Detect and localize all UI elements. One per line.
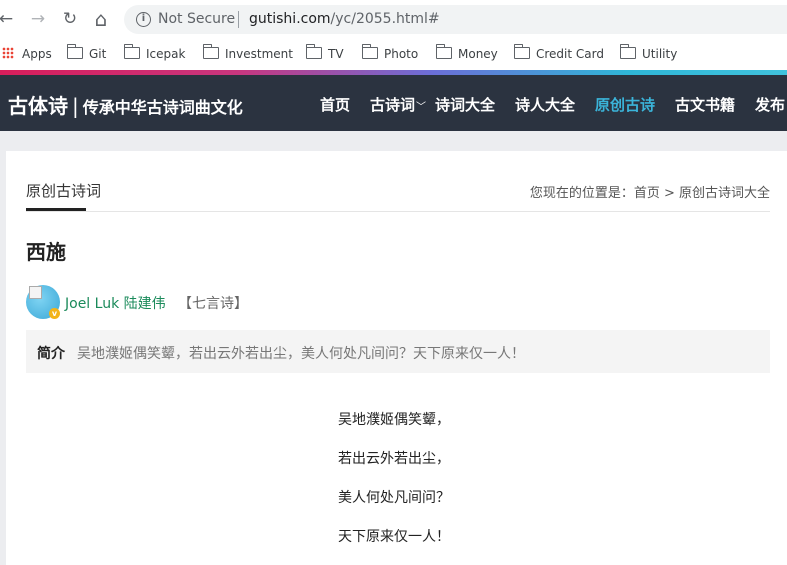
intro-text: 吴地濮姬偶笑颦，若出云外若出尘，美人何处凡间问？天下原来仅一人！ [77, 346, 525, 362]
nav-publish[interactable]: 发布 [755, 94, 785, 115]
bookmark-icepak[interactable]: Icepak [124, 44, 186, 63]
poem-line: 天下原来仅一人！ [338, 529, 450, 545]
bookmark-utility[interactable]: Utility [620, 44, 678, 63]
bookmark-label: Credit Card [536, 47, 604, 61]
bookmark-label: Icepak [146, 47, 186, 61]
url-host: gutishi.com [249, 11, 331, 27]
poem-body: 吴地濮姬偶笑颦， 若出云外若出尘， 美人何处凡间问？ 天下原来仅一人！ [338, 409, 450, 565]
poem-line: 美人何处凡间问？ [338, 490, 450, 506]
bookmark-git[interactable]: Git [67, 44, 107, 63]
logo-text: 古体诗 [8, 94, 68, 118]
bookmark-credit-card[interactable]: Credit Card [514, 44, 604, 63]
poem-genre: 【七言诗】 [178, 296, 248, 312]
reload-icon[interactable]: ↻ [60, 9, 80, 29]
broken-image-icon [29, 286, 42, 299]
bookmark-label: Money [458, 47, 498, 61]
folder-icon [203, 44, 219, 59]
bookmark-tv[interactable]: TV [306, 44, 344, 63]
nav-classic-poems[interactable]: 古诗词﹀ [370, 94, 426, 115]
browser-toolbar: ← → ↻ ⌂ i Not Secure gutishi.com/yc/2055… [0, 0, 787, 38]
breadcrumb[interactable]: 您现在的位置是：首页 > 原创古诗词大全 [530, 182, 770, 201]
site-logo[interactable]: 古体诗 | 传承中华古诗词曲文化 [8, 90, 243, 119]
url-path: /yc/2055.html# [330, 11, 440, 27]
home-icon[interactable]: ⌂ [91, 9, 111, 29]
verified-badge-icon: v [49, 308, 60, 319]
chevron-down-icon: ﹀ [416, 102, 427, 113]
bookmark-label: Utility [642, 47, 678, 61]
bookmark-label: Apps [22, 47, 52, 61]
bookmarks-bar: Apps Git Icepak Investment TV Photo Mone… [0, 38, 787, 70]
poem-line: 吴地濮姬偶笑颦， [338, 412, 450, 428]
security-status[interactable]: Not Secure [158, 11, 235, 27]
folder-icon [514, 44, 530, 59]
nav-home[interactable]: 首页 [320, 94, 350, 115]
bookmark-label: Photo [384, 47, 419, 61]
author-link[interactable]: Joel Luk 陆建伟 [65, 293, 166, 313]
bookmark-photo[interactable]: Photo [362, 44, 419, 63]
bookmark-label: Git [89, 47, 107, 61]
back-icon[interactable]: ← [0, 9, 16, 29]
forward-icon[interactable]: → [28, 9, 48, 29]
folder-icon [436, 44, 452, 59]
folder-icon [124, 44, 140, 59]
intro-label: 简介 [37, 346, 65, 362]
folder-icon [67, 44, 83, 59]
nav-poem-collection[interactable]: 诗词大全 [435, 94, 495, 115]
intro-box: 简介 吴地濮姬偶笑颦，若出云外若出尘，美人何处凡间问？天下原来仅一人！ [26, 330, 770, 373]
nav-poets[interactable]: 诗人大全 [515, 94, 575, 115]
logo-divider: | [72, 94, 79, 118]
url-text[interactable]: gutishi.com/yc/2055.html# [249, 11, 440, 27]
avatar[interactable]: v [26, 285, 60, 319]
nav-label: 古诗词 [370, 96, 416, 114]
apps-grid-icon [2, 47, 14, 59]
section-tab[interactable]: 原创古诗词 [26, 180, 101, 201]
bookmark-label: Investment [225, 47, 293, 61]
divider [26, 211, 770, 212]
folder-icon [306, 44, 322, 59]
page-title: 西施 [26, 240, 66, 264]
bookmark-money[interactable]: Money [436, 44, 498, 63]
poem-line: 若出云外若出尘， [338, 451, 450, 467]
folder-icon [620, 44, 636, 59]
info-icon[interactable]: i [136, 12, 151, 27]
address-bar[interactable]: i Not Secure gutishi.com/yc/2055.html# [124, 5, 787, 34]
site-slogan: 传承中华古诗词曲文化 [82, 98, 243, 117]
bookmark-label: TV [328, 47, 344, 61]
nav-original-poems[interactable]: 原创古诗 [595, 94, 655, 115]
nav-classic-books[interactable]: 古文书籍 [675, 94, 735, 115]
bookmark-investment[interactable]: Investment [203, 44, 293, 63]
omnibox-divider [238, 11, 239, 28]
bookmark-apps[interactable]: Apps [2, 45, 52, 63]
site-header: 古体诗 | 传承中华古诗词曲文化 首页 古诗词﹀ 诗词大全 诗人大全 原创古诗 古文… [0, 75, 787, 131]
folder-icon [362, 44, 378, 59]
